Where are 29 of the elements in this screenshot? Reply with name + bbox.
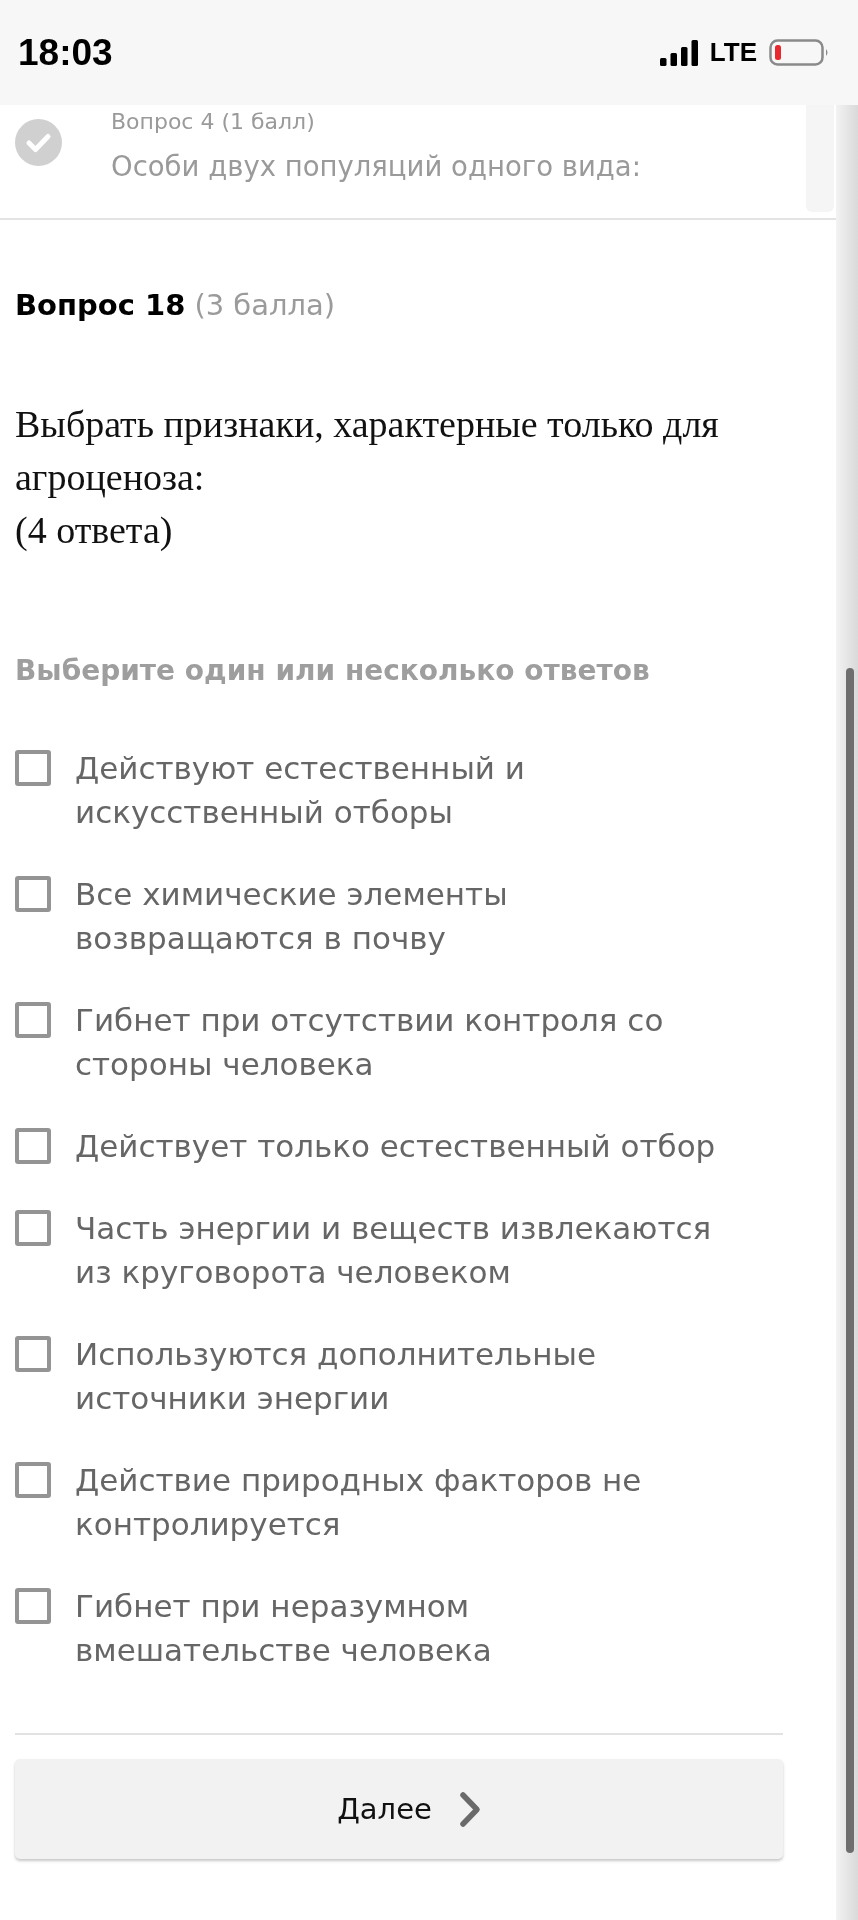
option-label[interactable]: Часть энергии и веществ извлекаются из круговорота человеком: [75, 1206, 723, 1294]
chevron-right-icon: [458, 1790, 481, 1828]
question-title: Вопрос 18: [15, 287, 186, 324]
question-preview-text: Особи двух популяций одного вида:: [111, 149, 641, 184]
option-label[interactable]: Гибнет при отсутствии контроля со стороны человека: [75, 998, 723, 1086]
points-label: (3 балла): [194, 287, 336, 324]
scrollbar-thumb[interactable]: [846, 668, 854, 1853]
battery-icon: [769, 39, 829, 66]
option-label[interactable]: Гибнет при неразумном вмешательстве человека: [75, 1584, 723, 1672]
checkbox[interactable]: [15, 1210, 51, 1246]
option-label[interactable]: Действует только естественный отбор: [75, 1124, 723, 1168]
checkbox[interactable]: [15, 750, 51, 786]
question-number-label: Вопрос 4 (1 балл): [111, 108, 315, 136]
checkbox[interactable]: [15, 876, 51, 912]
question-text: Выбрать признаки, характерные только для агроценоза: (4 ответа): [15, 402, 720, 553]
next-button[interactable]: Далее: [15, 1759, 783, 1859]
option-label[interactable]: Действие природных факторов не контролируется: [75, 1458, 723, 1546]
option-label[interactable]: Все химические элементы возвращаются в почву: [75, 872, 723, 960]
checkbox[interactable]: [15, 1588, 51, 1624]
signal-icon: [659, 39, 699, 66]
option-label[interactable]: Используются дополнительные источники энергии: [75, 1332, 723, 1420]
checkbox[interactable]: [15, 1462, 51, 1498]
checkbox[interactable]: [15, 1002, 51, 1038]
checkbox[interactable]: [15, 1336, 51, 1372]
checkbox[interactable]: [15, 1128, 51, 1164]
option-label[interactable]: Действуют естественный и искусственный отборы: [75, 746, 723, 834]
status-time: 18:03: [18, 31, 114, 74]
instruction-text: Выберите один или несколько ответов: [15, 653, 651, 689]
network-label: LTE: [709, 37, 757, 68]
